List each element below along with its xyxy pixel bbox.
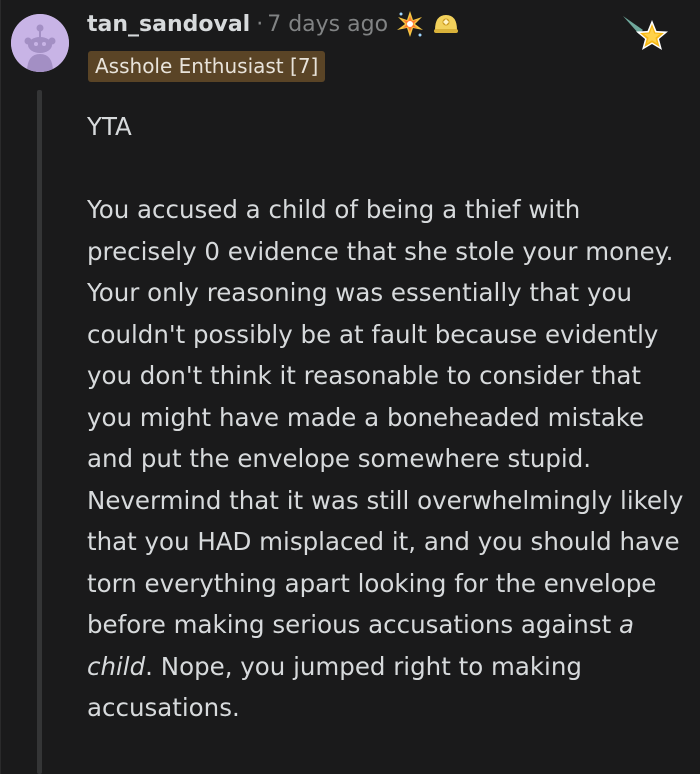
paragraph-text-start: You accused a child of being a thief wit… xyxy=(87,195,684,639)
comment-timestamp[interactable]: 7 days ago xyxy=(267,12,388,37)
separator-dot: · xyxy=(256,11,264,37)
snoo-avatar-icon xyxy=(11,14,69,72)
comment-container: tan_sandoval · 7 days ago Asshole Enthus… xyxy=(0,0,700,774)
helmet-award-icon[interactable] xyxy=(432,10,460,38)
avatar[interactable] xyxy=(11,14,69,72)
comment-header: tan_sandoval · 7 days ago xyxy=(87,8,460,40)
comment-body: YTA You accused a child of being a thief… xyxy=(87,106,687,729)
sparkle-explosion-award-icon[interactable] xyxy=(396,10,424,38)
author-username[interactable]: tan_sandoval xyxy=(87,12,250,37)
verdict-text: YTA xyxy=(87,112,132,141)
thread-collapse-line[interactable] xyxy=(37,90,42,774)
paragraph-text-end: . Nope, you jumped right to making accus… xyxy=(87,651,582,723)
star-badge-icon xyxy=(621,12,673,58)
user-flair: Asshole Enthusiast [7] xyxy=(88,51,326,82)
comment-paragraph: You accused a child of being a thief wit… xyxy=(87,189,687,729)
